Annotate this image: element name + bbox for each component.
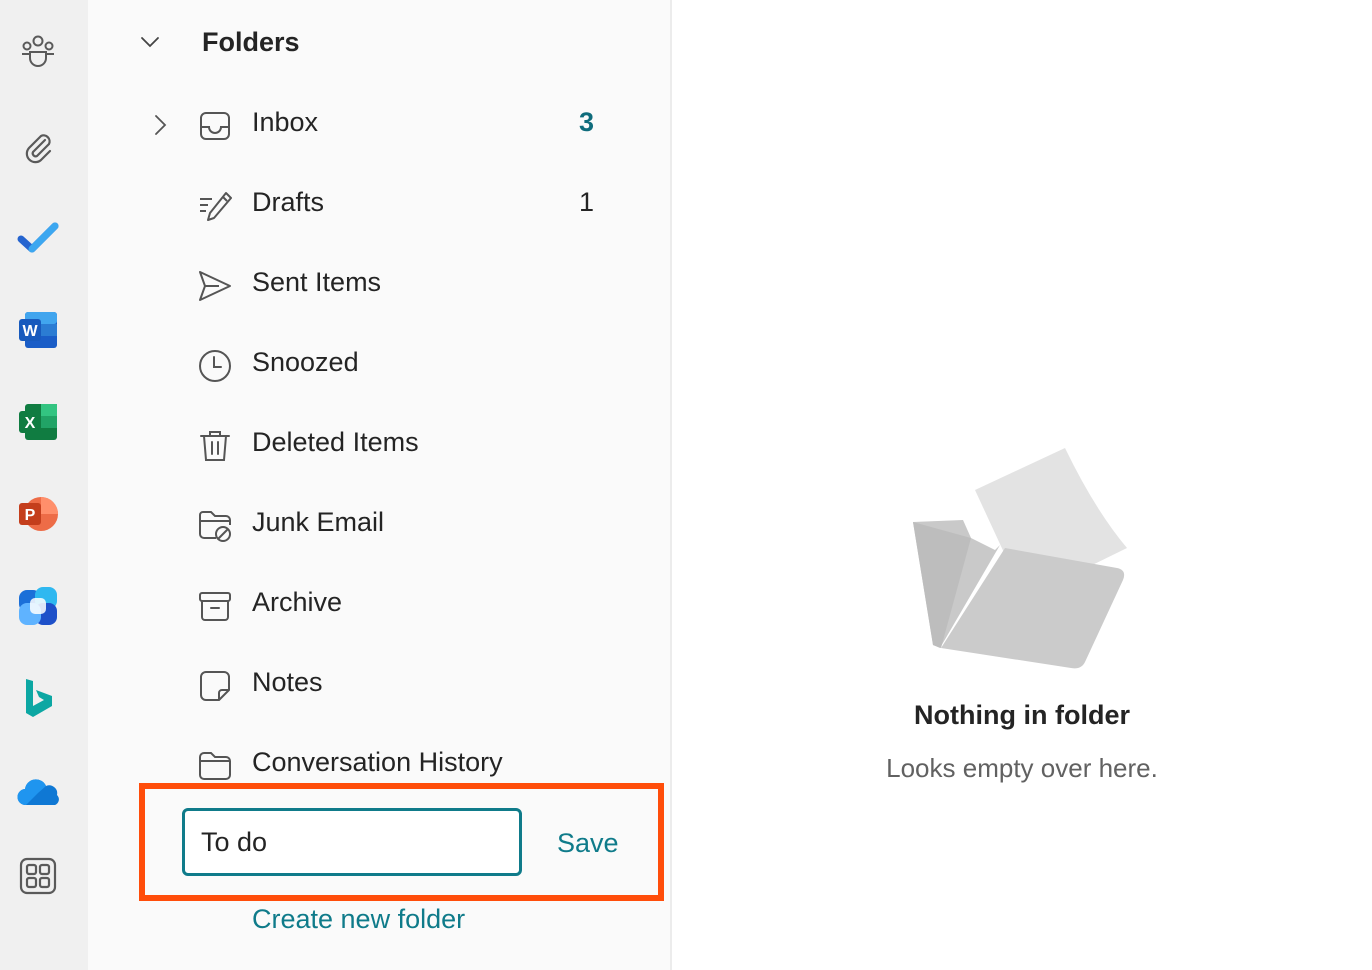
folder-item-drafts[interactable]: Drafts 1 [140,175,620,235]
folder-label: Conversation History [252,747,503,777]
excel-icon[interactable]: X [14,398,62,446]
folder-icon [199,752,231,780]
excel-letter: X [25,415,36,432]
junk-folder-icon [199,511,231,542]
powerpoint-letter: P [25,507,36,524]
send-icon [199,271,231,301]
paperclip-icon[interactable] [14,122,62,170]
trash-icon [200,431,230,461]
save-button[interactable]: Save [545,820,631,866]
word-letter: W [22,323,38,340]
clock-icon [199,350,231,382]
m365-icon[interactable] [14,582,62,630]
app-rail: W X P [0,0,88,970]
folder-item-notes[interactable]: Notes [140,655,620,715]
people-community-icon[interactable] [14,28,62,76]
folders-header[interactable]: Folders [140,18,300,66]
item-count: 1 [578,187,594,217]
word-icon[interactable]: W [14,306,62,354]
unread-count: 3 [578,107,594,137]
folder-label: Drafts [252,187,325,217]
folder-label: Junk Email [252,507,385,537]
folder-item-snoozed[interactable]: Snoozed [140,335,620,395]
new-folder-name-input[interactable] [182,808,522,876]
create-new-folder-link[interactable]: Create new folder [252,904,465,935]
onedrive-icon[interactable] [14,768,62,816]
folders-title: Folders [202,26,300,57]
folder-label: Notes [252,667,323,697]
pane-divider [670,0,672,970]
folder-item-inbox[interactable]: Inbox 3 [140,95,620,155]
folder-label: Sent Items [252,267,382,297]
note-icon [200,671,230,701]
folder-item-sent-items[interactable]: Sent Items [140,255,620,315]
apps-grid-icon[interactable] [14,852,62,900]
inbox-icon [200,112,230,140]
folder-label: Deleted Items [252,427,419,457]
chevron-down-icon [141,37,159,48]
empty-folder-illustration [913,448,1127,669]
chevron-right-icon[interactable] [150,113,170,137]
drafts-icon [200,192,232,221]
folder-item-junk-email[interactable]: Junk Email [140,495,620,555]
archive-icon [199,592,231,621]
folder-label: Archive [252,587,343,617]
empty-state-subtitle: Looks empty over here. [886,753,1158,783]
folder-item-archive[interactable]: Archive [140,575,620,635]
folder-label: Snoozed [252,347,359,377]
folder-item-deleted-items[interactable]: Deleted Items [140,415,620,475]
bing-icon[interactable] [14,674,62,722]
todo-check-icon[interactable] [14,213,62,261]
powerpoint-icon[interactable]: P [14,490,62,538]
folder-label: Inbox [252,107,319,137]
empty-state-title: Nothing in folder [914,700,1130,730]
